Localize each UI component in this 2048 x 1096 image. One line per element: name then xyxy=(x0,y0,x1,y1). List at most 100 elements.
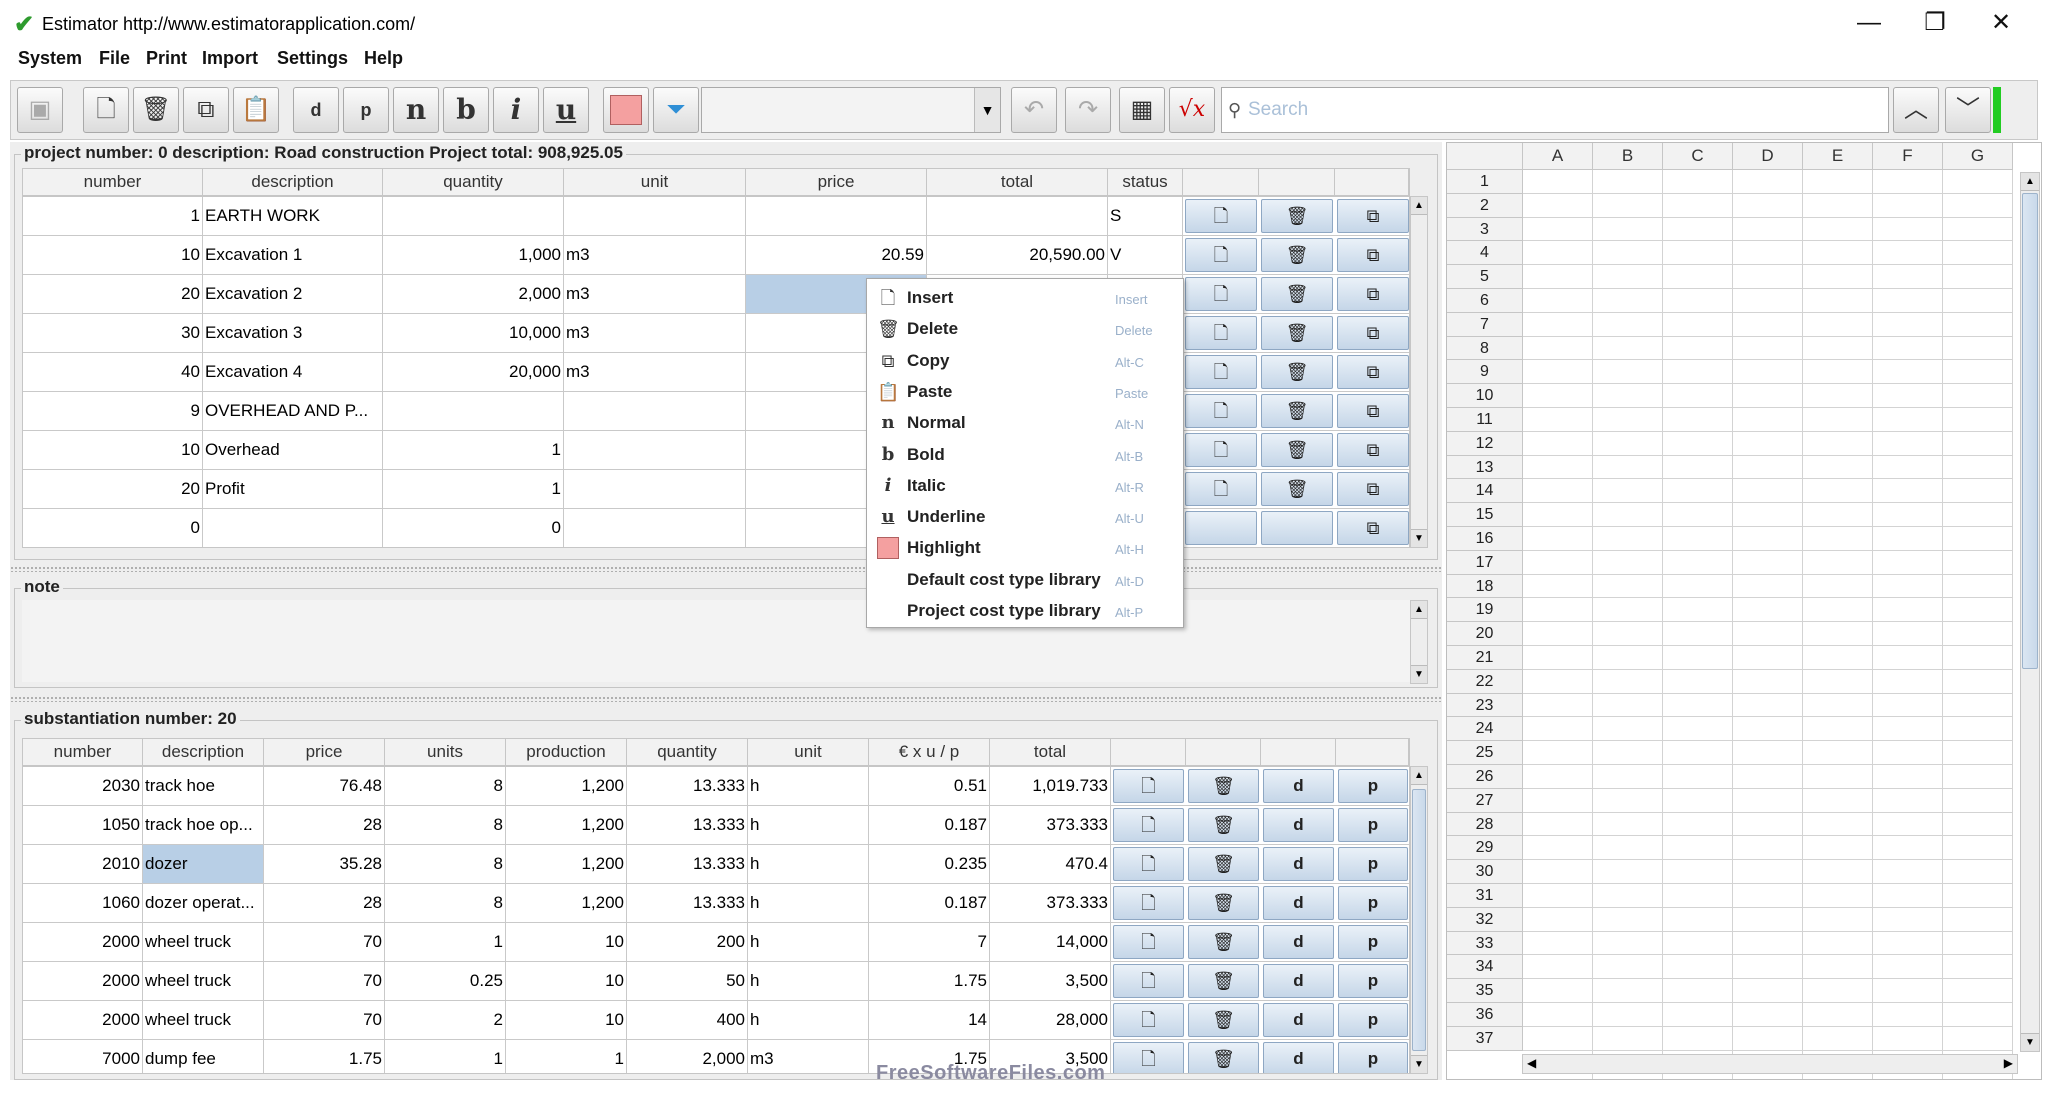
project-cell-description[interactable]: EARTH WORK xyxy=(203,197,383,235)
note-scroll-down-icon[interactable]: ▼ xyxy=(1411,665,1427,683)
project-cell-description[interactable]: Excavation 3 xyxy=(203,314,383,352)
sub-col-eup[interactable]: € x u / p xyxy=(869,739,990,765)
p-button[interactable]: p xyxy=(1338,847,1408,881)
project-cell-quantity[interactable]: 20,000 xyxy=(383,353,564,391)
project-cell-unit[interactable] xyxy=(564,392,746,430)
sub-cell-total[interactable]: 14,000 xyxy=(990,923,1111,961)
insert-row-icon[interactable]: 🗋 xyxy=(1185,394,1257,428)
project-cell-price[interactable] xyxy=(746,197,927,235)
sheet-row-header[interactable]: 33 xyxy=(1447,931,1523,956)
project-cell-quantity[interactable] xyxy=(383,197,564,235)
context-menu-item[interactable]: 🗋 Insert Insert xyxy=(867,283,1183,314)
d-button[interactable]: d xyxy=(1263,847,1334,881)
save-icon[interactable]: ▣ xyxy=(17,87,63,133)
sheet-row-header[interactable]: 18 xyxy=(1447,574,1523,599)
search-input[interactable]: ⚲ Search xyxy=(1221,87,1889,133)
sub-cell-units[interactable]: 1 xyxy=(385,1040,506,1073)
project-cell-unit[interactable] xyxy=(564,509,746,547)
sheet-row-header[interactable]: 36 xyxy=(1447,1003,1523,1027)
sheet-row-header[interactable]: 22 xyxy=(1447,669,1523,694)
insert-row-icon[interactable]: 🗋 xyxy=(1185,433,1257,467)
sub-cell-number[interactable]: 7000 xyxy=(23,1040,143,1073)
insert-row-icon[interactable]: 🗋 xyxy=(1113,925,1184,959)
col-unit[interactable]: unit xyxy=(564,169,746,195)
sub-cell-unit[interactable]: h xyxy=(748,767,869,805)
p-button[interactable]: p xyxy=(1338,769,1408,803)
sub-cell-unit[interactable]: h xyxy=(748,962,869,1000)
bold-button[interactable]: b xyxy=(443,87,489,133)
col-description[interactable]: description xyxy=(203,169,383,195)
sub-cell-total[interactable]: 3,500 xyxy=(990,962,1111,1000)
highlight-button[interactable] xyxy=(603,87,649,133)
copy-icon[interactable]: ⧉ xyxy=(1337,511,1409,545)
insert-row-icon[interactable]: 🗋 xyxy=(1113,808,1184,842)
project-row[interactable]: 1 EARTH WORK S 🗋 🗑 ⧉ xyxy=(23,197,1409,236)
sub-cell-production[interactable]: 1 xyxy=(506,1040,627,1073)
sheet-row-header[interactable]: 20 xyxy=(1447,622,1523,646)
sheet-scroll-up-icon[interactable]: ▲ xyxy=(2021,173,2039,191)
sheet-row-header[interactable]: 23 xyxy=(1447,693,1523,718)
sub-col-price[interactable]: price xyxy=(264,739,385,765)
insert-row-icon[interactable]: 🗋 xyxy=(1185,238,1257,272)
sub-cell-unit[interactable]: h xyxy=(748,884,869,922)
sheet-row-header[interactable]: 5 xyxy=(1447,265,1523,289)
scroll-down-arrow-icon[interactable]: ▼ xyxy=(1411,529,1427,547)
sub-cell-price[interactable]: 35.28 xyxy=(264,845,385,883)
project-cell-description[interactable]: Overhead xyxy=(203,431,383,469)
col-number[interactable]: number xyxy=(23,169,203,195)
sub-cell-unit[interactable]: h xyxy=(748,845,869,883)
substantiation-row[interactable]: 1050 track hoe op... 28 8 1,200 13.333 h 0.187 3… xyxy=(23,806,1409,845)
note-scrollbar[interactable]: ▲ ▼ xyxy=(1410,600,1428,684)
sheet-vscroll-thumb[interactable] xyxy=(2022,193,2038,669)
sub-cell-units[interactable]: 0.25 xyxy=(385,962,506,1000)
d-button[interactable]: d xyxy=(1263,1003,1334,1037)
project-cell-description[interactable]: Excavation 2 xyxy=(203,275,383,313)
project-cell-number[interactable]: 0 xyxy=(23,509,203,547)
sheet-row-header[interactable]: 19 xyxy=(1447,598,1523,623)
substantiation-row[interactable]: 7000 dump fee 1.75 1 1 2,000 m3 1.75 3,500 🗋 🗑 d p xyxy=(23,1040,1409,1073)
project-row[interactable]: 10Overhead125🗋🗑⧉ xyxy=(23,431,1409,470)
sub-cell-number[interactable]: 1060 xyxy=(23,884,143,922)
sub-scroll-down-icon[interactable]: ▼ xyxy=(1411,1055,1427,1073)
filter-icon[interactable]: ⏷ xyxy=(653,87,699,133)
context-menu-item[interactable]: Default cost type library Alt-D xyxy=(867,565,1183,596)
sub-cell-quantity[interactable]: 13.333 xyxy=(627,845,748,883)
sub-cell-total[interactable]: 373.333 xyxy=(990,884,1111,922)
trash-icon[interactable]: 🗑 xyxy=(1261,355,1333,389)
sub-cell-production[interactable]: 1,200 xyxy=(506,884,627,922)
note-scroll-up-icon[interactable]: ▲ xyxy=(1411,601,1427,619)
sheet-column-header[interactable]: D xyxy=(1733,143,1803,170)
sheet-column-header[interactable]: G xyxy=(1943,143,2013,170)
sheet-row-header[interactable]: 11 xyxy=(1447,408,1523,432)
splitter-1[interactable] xyxy=(10,566,1442,572)
trash-icon[interactable]: 🗑 xyxy=(1188,925,1259,959)
sub-cell-price[interactable]: 76.48 xyxy=(264,767,385,805)
sheet-column-header[interactable]: E xyxy=(1803,143,1873,170)
sub-cell-unit[interactable]: h xyxy=(748,1001,869,1039)
copy-icon[interactable]: ⧉ xyxy=(1337,277,1409,311)
context-menu-item[interactable]: Project cost type library Alt-P xyxy=(867,596,1183,627)
sheet-row-header[interactable]: 31 xyxy=(1447,884,1523,908)
project-cell-description[interactable]: OVERHEAD AND P... xyxy=(203,392,383,430)
sub-cell-units[interactable]: 8 xyxy=(385,884,506,922)
insert-row-icon[interactable]: 🗋 xyxy=(1113,886,1184,920)
project-cell-status[interactable]: S xyxy=(1108,197,1183,235)
project-cell-unit[interactable]: m3 xyxy=(564,236,746,274)
menu-system[interactable]: System xyxy=(18,48,82,69)
sub-col-total[interactable]: total xyxy=(990,739,1111,765)
sub-cell-description[interactable]: wheel truck xyxy=(143,923,264,961)
p-button[interactable]: p xyxy=(343,87,389,133)
sheet-row-header[interactable]: 25 xyxy=(1447,741,1523,765)
context-menu-item[interactable]: Highlight Alt-H xyxy=(867,533,1183,564)
sheet-row-header[interactable]: 7 xyxy=(1447,312,1523,337)
sub-cell-quantity[interactable]: 13.333 xyxy=(627,806,748,844)
sub-cell-production[interactable]: 1,200 xyxy=(506,767,627,805)
trash-icon[interactable]: 🗑 xyxy=(1188,808,1259,842)
splitter-2[interactable] xyxy=(10,696,1442,702)
sheet-row-header[interactable]: 24 xyxy=(1447,717,1523,742)
chevron-down-icon[interactable]: ▼ xyxy=(974,88,1000,132)
trash-icon[interactable]: 🗑 xyxy=(1261,472,1333,506)
sub-cell-eup[interactable]: 14 xyxy=(869,1001,990,1039)
insert-row-icon[interactable]: 🗋 xyxy=(1113,1042,1184,1073)
sub-cell-quantity[interactable]: 50 xyxy=(627,962,748,1000)
